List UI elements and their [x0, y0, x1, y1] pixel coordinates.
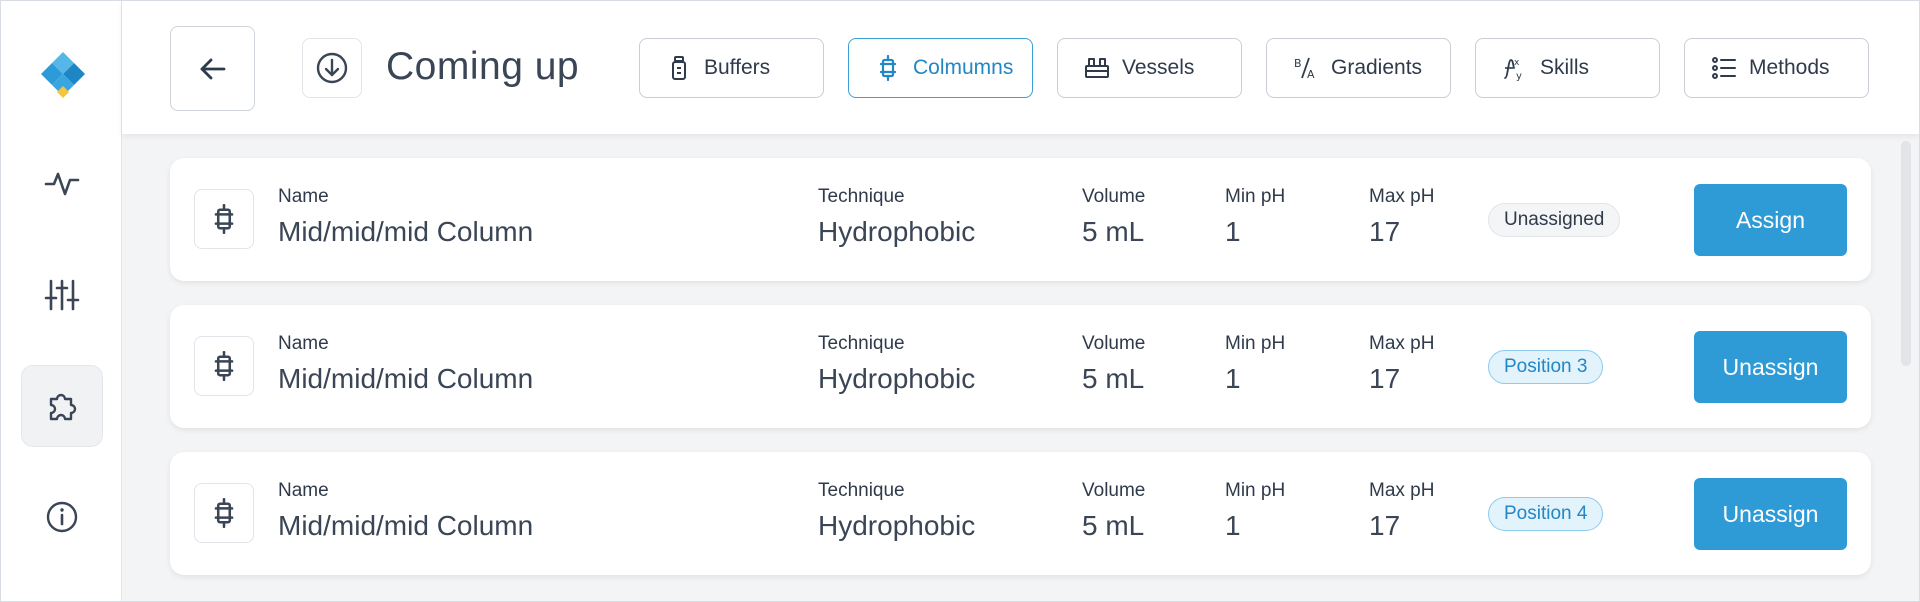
name-field: Name Mid/mid/mid Column — [278, 333, 533, 397]
back-button[interactable] — [170, 26, 255, 111]
min-ph-field: Min pH 1 — [1225, 480, 1285, 544]
column-icon — [194, 189, 254, 249]
min-ph-field: Min pH 1 — [1225, 186, 1285, 250]
field-label: Name — [278, 186, 329, 207]
page-title: Coming up — [386, 45, 580, 88]
field-label: Volume — [1082, 333, 1146, 354]
field-value: 17 — [1369, 363, 1401, 394]
tab-columns[interactable]: Colmumns — [848, 38, 1033, 98]
list-item: Name Mid/mid/mid Column Technique Hydrop… — [170, 158, 1871, 281]
app-window: Coming up Buffers Colmumns Vessels B A G… — [0, 0, 1920, 602]
field-value: 1 — [1225, 216, 1241, 247]
status-badge: Position 3 — [1488, 350, 1604, 384]
tab-methods[interactable]: Methods — [1684, 38, 1869, 98]
field-label: Technique — [818, 480, 905, 501]
field-label: Max pH — [1369, 186, 1435, 207]
app-logo — [40, 50, 86, 100]
sliders-icon — [44, 279, 80, 311]
field-value: 17 — [1369, 510, 1401, 541]
unassign-button[interactable]: Unassign — [1694, 331, 1847, 403]
field-label: Max pH — [1369, 480, 1435, 501]
scrollbar[interactable] — [1901, 141, 1911, 366]
bottle-icon — [672, 56, 686, 80]
field-label: Volume — [1082, 480, 1146, 501]
tab-label: Vessels — [1122, 56, 1195, 79]
sidebar — [1, 1, 122, 601]
sidebar-item-components[interactable] — [21, 365, 103, 447]
field-value: Mid/mid/mid Column — [278, 216, 534, 247]
field-value: Mid/mid/mid Column — [278, 363, 534, 394]
activity-icon — [44, 172, 80, 196]
max-ph-field: Max pH 17 — [1369, 186, 1434, 250]
name-field: Name Mid/mid/mid Column — [278, 186, 533, 250]
field-value: 17 — [1369, 216, 1401, 247]
tab-label: Buffers — [704, 56, 771, 79]
field-value: 5 mL — [1082, 216, 1145, 247]
function-xy-icon: x y — [1504, 58, 1522, 81]
info-icon — [46, 501, 78, 533]
technique-field: Technique Hydrophobic — [818, 333, 975, 397]
field-label: Technique — [818, 333, 905, 354]
field-label: Max pH — [1369, 333, 1435, 354]
field-label: Name — [278, 480, 329, 501]
list-item: Name Mid/mid/mid Column Technique Hydrop… — [170, 452, 1871, 575]
min-ph-field: Min pH 1 — [1225, 333, 1285, 397]
name-field: Name Mid/mid/mid Column — [278, 480, 533, 544]
header: Coming up Buffers Colmumns Vessels B A G… — [122, 1, 1919, 134]
tab-gradients[interactable]: B A Gradients — [1266, 38, 1451, 98]
tab-label: Colmumns — [913, 56, 1014, 79]
sidebar-item-settings[interactable] — [21, 253, 103, 335]
field-value: Mid/mid/mid Column — [278, 510, 534, 541]
unassign-button[interactable]: Unassign — [1694, 478, 1847, 550]
field-label: Min pH — [1225, 480, 1286, 501]
list-item: Name Mid/mid/mid Column Technique Hydrop… — [170, 305, 1871, 428]
field-value: Hydrophobic — [818, 216, 976, 247]
list-icon — [1712, 57, 1736, 79]
status-badge: Unassigned — [1488, 203, 1621, 237]
field-value: 1 — [1225, 510, 1241, 541]
max-ph-field: Max pH 17 — [1369, 480, 1434, 544]
status-indicator — [302, 38, 362, 98]
field-label: Volume — [1082, 186, 1146, 207]
column-icon — [194, 336, 254, 396]
column-list: Name Mid/mid/mid Column Technique Hydrop… — [122, 134, 1901, 601]
svg-text:B: B — [1294, 57, 1302, 70]
tab-label: Methods — [1749, 56, 1830, 79]
svg-text:x: x — [1514, 58, 1520, 68]
svg-text:y: y — [1516, 71, 1522, 81]
tab-vessels[interactable]: Vessels — [1057, 38, 1242, 98]
technique-field: Technique Hydrophobic — [818, 186, 975, 250]
sidebar-item-activity[interactable] — [21, 142, 103, 224]
status-badge: Position 4 — [1488, 497, 1604, 531]
arrow-down-circle-icon — [316, 52, 348, 84]
field-label: Name — [278, 333, 329, 354]
arrow-left-icon — [200, 58, 225, 79]
tab-label: Skills — [1540, 56, 1590, 79]
field-label: Min pH — [1225, 333, 1286, 354]
max-ph-field: Max pH 17 — [1369, 333, 1434, 397]
tab-buffers[interactable]: Buffers — [639, 38, 824, 98]
puzzle-icon — [49, 393, 77, 421]
volume-field: Volume 5 mL — [1082, 333, 1145, 397]
tab-skills[interactable]: x y Skills — [1475, 38, 1660, 98]
column-icon — [879, 55, 897, 81]
sidebar-item-info[interactable] — [21, 476, 103, 558]
field-value: Hydrophobic — [818, 363, 976, 394]
field-label: Technique — [818, 186, 905, 207]
technique-field: Technique Hydrophobic — [818, 480, 975, 544]
volume-field: Volume 5 mL — [1082, 480, 1145, 544]
gradient-ba-icon: B A — [1294, 57, 1315, 81]
field-value: 5 mL — [1082, 363, 1145, 394]
vessels-icon — [1085, 58, 1109, 78]
field-value: 1 — [1225, 363, 1241, 394]
field-value: Hydrophobic — [818, 510, 976, 541]
tab-label: Gradients — [1331, 56, 1423, 79]
field-label: Min pH — [1225, 186, 1286, 207]
field-value: 5 mL — [1082, 510, 1145, 541]
column-icon — [194, 483, 254, 543]
assign-button[interactable]: Assign — [1694, 184, 1847, 256]
svg-text:A: A — [1307, 68, 1315, 81]
volume-field: Volume 5 mL — [1082, 186, 1145, 250]
